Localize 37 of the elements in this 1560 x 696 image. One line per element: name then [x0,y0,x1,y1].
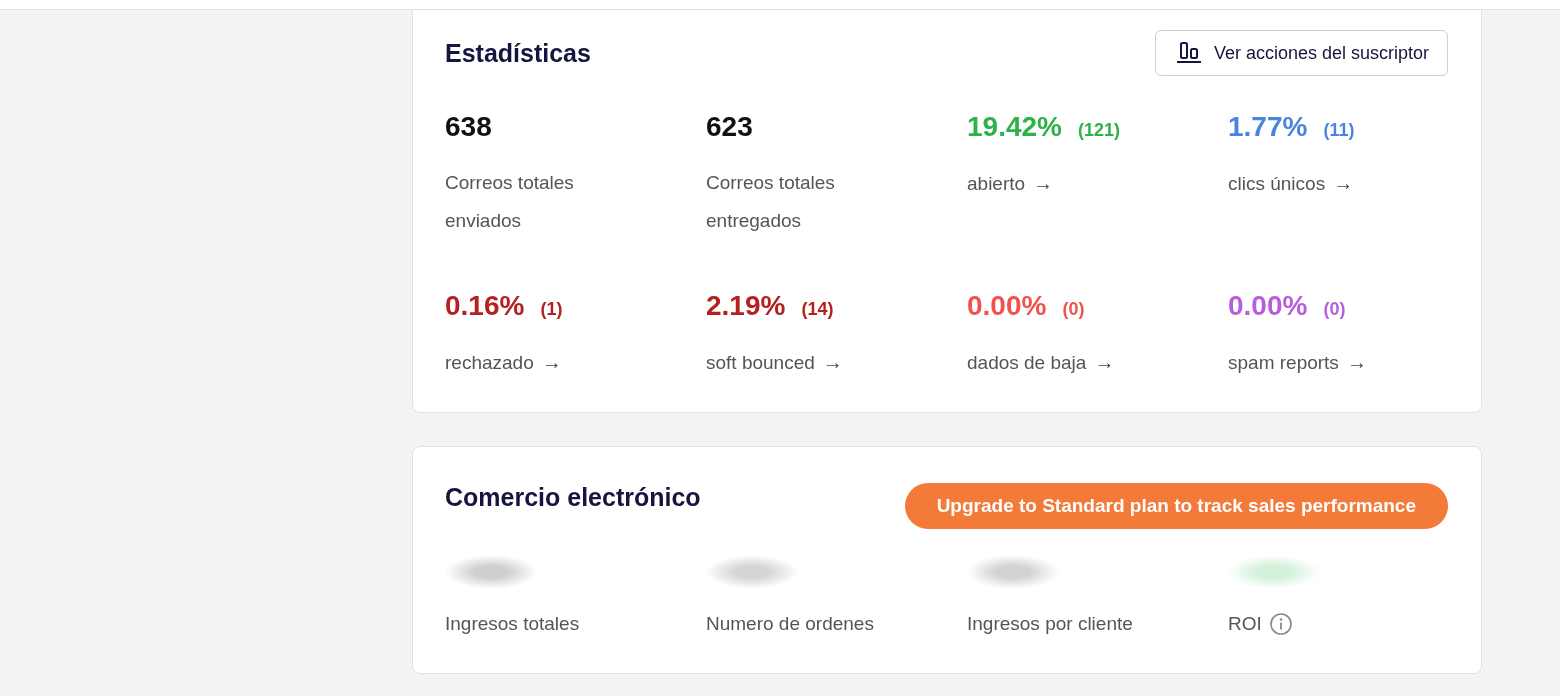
stat-label[interactable]: soft bounced [706,352,815,373]
card-title: Estadísticas [445,38,591,68]
stat-value: 2.19% [706,289,786,323]
stat-label[interactable]: rechazado [445,352,534,373]
arrow-icon[interactable]: → [1346,351,1367,373]
metric-label: Numero de ordenes [706,612,874,636]
metric-label: Ingresos totales [445,612,580,636]
metric-label: ROI [1228,612,1262,636]
card-title: Comercio electrónico [445,482,701,512]
stat-count: (0) [1062,298,1085,321]
subscriber-actions-button[interactable]: Ver acciones del suscriptor [1154,30,1448,76]
stat-count: (14) [801,298,834,321]
stat-count: (0) [1323,298,1346,321]
stat-count: (1) [540,298,563,321]
stat-label: Correos totales entregados [706,172,835,231]
stat-value: 19.42% [967,110,1062,144]
stat-value: 0.16% [445,289,525,323]
arrow-icon[interactable]: → [1094,351,1115,373]
arrow-icon[interactable]: → [1333,172,1354,194]
stat-label[interactable]: spam reports [1228,352,1339,373]
stat-value: 1.77% [1228,110,1308,144]
stat-value: 623 [706,110,753,144]
stat-label: Correos totales enviados [445,172,574,231]
stat-value: 0.00% [1228,289,1308,323]
metric-label: Ingresos por cliente [967,612,1133,636]
stat-label[interactable]: abierto [967,173,1026,194]
stat-count: (11) [1323,119,1355,142]
bar-chart-icon [1175,42,1202,64]
arrow-icon[interactable]: → [541,351,562,373]
arrow-icon[interactable]: → [822,351,843,373]
stat-value: 638 [445,110,492,144]
stat-label[interactable]: dados de baja [967,352,1087,373]
stat-count: (121) [1077,119,1120,142]
stat-label[interactable]: clics únicos [1228,173,1326,194]
arrow-icon[interactable]: → [1033,172,1054,194]
info-icon[interactable] [1269,613,1292,635]
stat-value: 0.00% [967,289,1047,323]
